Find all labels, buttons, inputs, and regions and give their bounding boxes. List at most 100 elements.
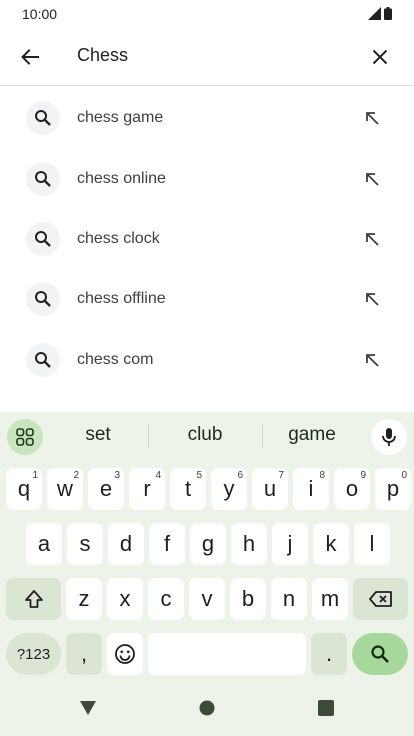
key-label: n <box>282 586 296 611</box>
letter-key[interactable]: r4 <box>129 468 165 510</box>
key-label: p <box>386 476 400 501</box>
key-label: e <box>99 476 113 501</box>
symbols-key[interactable]: ?123 <box>6 633 61 675</box>
arrow-back-icon <box>21 49 39 65</box>
key-label: b <box>241 586 255 611</box>
suggestion-item[interactable]: chess game <box>0 88 414 148</box>
shift-key[interactable] <box>6 578 61 620</box>
fill-query-icon[interactable] <box>362 350 382 370</box>
search-icon <box>26 342 60 377</box>
key-label: i <box>308 476 314 501</box>
suggestion-text: chess offline <box>77 290 166 308</box>
keyboard-suggestion[interactable]: club <box>165 424 245 446</box>
emoji-key[interactable] <box>107 633 143 675</box>
grid-icon <box>16 428 34 446</box>
suggestion-item[interactable]: chess clock <box>0 209 414 269</box>
keyboard-apps-button[interactable] <box>7 419 43 455</box>
letter-key[interactable]: p0 <box>375 468 411 510</box>
search-icon <box>371 645 389 663</box>
letter-key[interactable]: l <box>354 523 390 565</box>
letter-key[interactable]: n <box>271 578 307 620</box>
search-header: Chess <box>0 28 414 86</box>
letter-key[interactable]: z <box>66 578 102 620</box>
letter-key[interactable]: g <box>190 523 226 565</box>
mic-icon <box>382 428 396 446</box>
letter-key[interactable]: d <box>108 523 144 565</box>
keyboard-suggestion[interactable]: set <box>58 424 138 446</box>
letter-key[interactable]: h <box>231 523 267 565</box>
key-label: x <box>119 586 131 611</box>
letter-key[interactable]: y6 <box>211 468 247 510</box>
status-bar: 10:00 <box>0 0 414 28</box>
space-key[interactable] <box>148 633 306 675</box>
comma-key[interactable]: , <box>66 633 102 675</box>
key-label: f <box>163 531 171 556</box>
letter-key[interactable]: i8 <box>293 468 329 510</box>
key-alt-label: 7 <box>278 470 284 481</box>
key-label: g <box>201 531 215 556</box>
nav-recents-button[interactable] <box>316 698 336 718</box>
search-icon <box>26 101 60 136</box>
keyboard-suggestion[interactable]: game <box>272 424 352 446</box>
backspace-key[interactable] <box>353 578 408 620</box>
letter-key[interactable]: t5 <box>170 468 206 510</box>
keyboard-suggestion-strip: set club game <box>0 412 414 460</box>
letter-key[interactable]: v <box>189 578 225 620</box>
letter-key[interactable]: c <box>148 578 184 620</box>
key-label: s <box>79 531 91 556</box>
suggestion-text: chess com <box>77 350 154 368</box>
shift-icon <box>24 590 43 608</box>
suggestion-text: chess clock <box>77 229 160 247</box>
letter-key[interactable]: w2 <box>47 468 83 510</box>
key-label: a <box>37 531 51 556</box>
letter-key[interactable]: q1 <box>6 468 42 510</box>
key-label: u <box>263 476 277 501</box>
letter-key[interactable]: o9 <box>334 468 370 510</box>
letter-key[interactable]: b <box>230 578 266 620</box>
emoji-icon <box>115 644 135 664</box>
key-alt-label: 9 <box>360 470 366 481</box>
keyboard: set club game ?123 , . q 1 w 2 e 3 r 4 t… <box>0 412 414 736</box>
key-label: t <box>184 476 192 501</box>
suggestion-text: chess game <box>77 109 164 127</box>
search-key[interactable] <box>352 633 408 675</box>
fill-query-icon[interactable] <box>362 229 382 249</box>
letter-key[interactable]: j <box>272 523 308 565</box>
key-label: o <box>345 476 359 501</box>
fill-query-icon[interactable] <box>362 108 382 128</box>
search-input[interactable]: Chess <box>77 45 128 66</box>
nav-back-button[interactable] <box>78 698 98 718</box>
key-alt-label: 3 <box>114 470 120 481</box>
letter-key[interactable]: a <box>26 523 62 565</box>
fill-query-icon[interactable] <box>362 289 382 309</box>
period-key[interactable]: . <box>311 633 347 675</box>
nav-home-button[interactable] <box>197 698 217 718</box>
letter-key[interactable]: m <box>312 578 348 620</box>
key-alt-label: 6 <box>237 470 243 481</box>
suggestion-item[interactable]: chess offline <box>0 269 414 329</box>
letter-key[interactable]: s <box>67 523 103 565</box>
letter-key[interactable]: f <box>149 523 185 565</box>
key-label: d <box>119 531 133 556</box>
square-recents-icon <box>318 700 334 716</box>
letter-key[interactable]: e3 <box>88 468 124 510</box>
clear-search-button[interactable] <box>366 43 394 71</box>
voice-input-button[interactable] <box>371 419 407 455</box>
key-label: r <box>143 476 151 501</box>
circle-home-icon <box>199 700 215 716</box>
letter-key[interactable]: u7 <box>252 468 288 510</box>
fill-query-icon[interactable] <box>362 169 382 189</box>
suggestion-item[interactable]: chess online <box>0 148 414 208</box>
letter-key[interactable]: k <box>313 523 349 565</box>
key-label: v <box>201 586 213 611</box>
search-icon <box>26 221 60 256</box>
key-label: k <box>325 531 337 556</box>
key-alt-label: 0 <box>401 470 407 481</box>
back-button[interactable] <box>16 43 44 71</box>
letter-key[interactable]: x <box>107 578 143 620</box>
backspace-icon <box>368 591 392 607</box>
triangle-back-icon <box>80 701 96 715</box>
suggestion-item[interactable]: chess com <box>0 330 414 390</box>
key-alt-label: 4 <box>155 470 161 481</box>
divider <box>148 424 149 448</box>
